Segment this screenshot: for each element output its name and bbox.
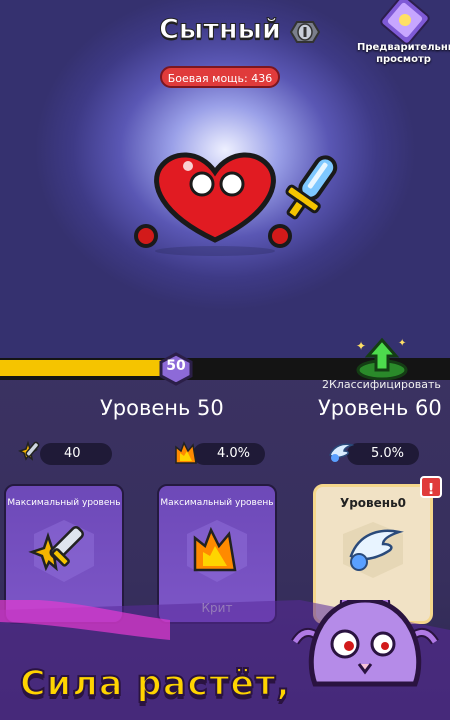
rank-shield-icon[interactable] <box>288 18 322 46</box>
crit-card-label: Максимальный уровень <box>160 498 274 508</box>
experience-bar-fill <box>0 360 168 376</box>
preview-label[interactable]: Предварительный просмотр <box>357 42 450 66</box>
combat-power-badge: Боевая мощь: 436 <box>160 66 280 88</box>
sword-star-icon <box>28 520 94 582</box>
next-level-label: Уровень 60 <box>318 396 442 420</box>
wing-speed-icon <box>343 522 404 578</box>
sword-star-icon <box>18 440 40 461</box>
promo-caption: Сила растёт, <box>19 663 291 705</box>
speed-card-label: Уровень0 <box>339 496 407 510</box>
attack-card-label: Максимальный уровень <box>7 498 121 508</box>
crit-burst-icon <box>187 520 247 582</box>
level-badge-value: 50 <box>166 358 186 374</box>
svg-text:✦: ✦ <box>356 339 366 353</box>
alert-badge: ! <box>420 476 442 498</box>
crit-stat-pill: 4.0% <box>193 443 265 465</box>
hero-name: Сытный <box>159 14 282 46</box>
attack-stat-value: 40 <box>64 446 81 461</box>
speed-stat-pill: 5.0% <box>347 443 419 465</box>
speed-stat-value: 5.0% <box>371 446 405 461</box>
attack-stat-pill: 40 <box>40 443 112 465</box>
upgrade-arrow-icon[interactable]: ✦ ✦ <box>350 336 410 380</box>
classify-label[interactable]: 2Классифицировать <box>322 378 450 391</box>
heart-hero-sprite <box>134 152 338 256</box>
crit-stat-value: 4.0% <box>217 446 251 461</box>
current-level-label: Уровень 50 <box>100 396 224 420</box>
wing-speed-icon <box>329 443 354 462</box>
svg-text:✦: ✦ <box>398 338 406 349</box>
crit-burst-icon <box>175 441 197 464</box>
